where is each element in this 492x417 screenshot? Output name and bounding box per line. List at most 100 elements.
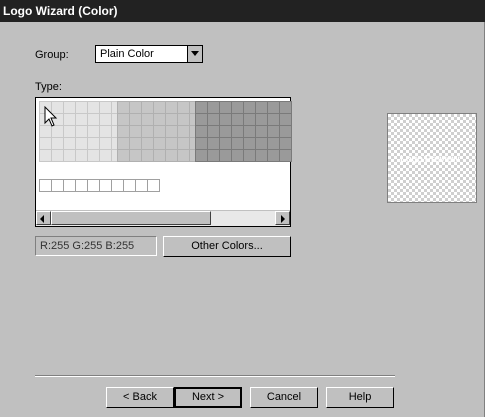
- color-swatch[interactable]: [243, 125, 256, 138]
- color-swatch[interactable]: [75, 113, 88, 126]
- color-swatch[interactable]: [207, 137, 220, 150]
- color-swatch[interactable]: [207, 125, 220, 138]
- color-swatch[interactable]: [207, 113, 220, 126]
- color-swatch[interactable]: [195, 137, 208, 150]
- next-button[interactable]: Next >: [174, 387, 242, 408]
- color-swatch[interactable]: [51, 137, 64, 150]
- color-swatch[interactable]: [243, 149, 256, 162]
- color-swatch[interactable]: [141, 113, 154, 126]
- color-swatch[interactable]: [99, 101, 112, 114]
- help-button[interactable]: Help: [326, 387, 394, 408]
- color-swatch[interactable]: [177, 113, 190, 126]
- color-swatch[interactable]: [165, 149, 178, 162]
- color-swatch[interactable]: [177, 101, 190, 114]
- color-swatch[interactable]: [231, 125, 244, 138]
- color-swatch[interactable]: [231, 113, 244, 126]
- color-swatch[interactable]: [267, 149, 280, 162]
- color-swatch[interactable]: [243, 101, 256, 114]
- custom-color-swatch[interactable]: [87, 179, 100, 192]
- color-swatch[interactable]: [63, 137, 76, 150]
- color-swatch[interactable]: [117, 101, 130, 114]
- color-swatch[interactable]: [195, 101, 208, 114]
- color-swatch[interactable]: [267, 101, 280, 114]
- color-swatch[interactable]: [99, 137, 112, 150]
- color-swatch-block-dark[interactable]: [195, 101, 292, 162]
- color-swatch[interactable]: [243, 137, 256, 150]
- scroll-left-arrow-icon[interactable]: [36, 211, 51, 225]
- color-swatch[interactable]: [99, 125, 112, 138]
- color-swatch[interactable]: [255, 137, 268, 150]
- color-swatch-block-mid[interactable]: [117, 101, 202, 162]
- custom-color-swatch[interactable]: [111, 179, 124, 192]
- color-swatch[interactable]: [153, 137, 166, 150]
- color-swatch[interactable]: [153, 149, 166, 162]
- custom-color-swatch[interactable]: [123, 179, 136, 192]
- color-swatch[interactable]: [75, 149, 88, 162]
- back-button[interactable]: < Back: [106, 387, 174, 408]
- scroll-right-arrow-icon[interactable]: [275, 211, 290, 225]
- color-swatch[interactable]: [129, 125, 142, 138]
- horizontal-scrollbar[interactable]: [36, 210, 290, 226]
- color-swatch[interactable]: [51, 149, 64, 162]
- color-swatch[interactable]: [87, 113, 100, 126]
- color-swatch[interactable]: [39, 149, 52, 162]
- color-swatch[interactable]: [207, 101, 220, 114]
- color-swatch[interactable]: [279, 137, 292, 150]
- color-swatch[interactable]: [129, 113, 142, 126]
- color-swatch[interactable]: [141, 149, 154, 162]
- color-swatch[interactable]: [243, 113, 256, 126]
- custom-color-swatch[interactable]: [147, 179, 160, 192]
- color-swatch[interactable]: [165, 137, 178, 150]
- color-swatch[interactable]: [195, 149, 208, 162]
- color-swatch[interactable]: [267, 125, 280, 138]
- color-swatch[interactable]: [195, 113, 208, 126]
- color-swatch[interactable]: [231, 137, 244, 150]
- color-swatch[interactable]: [219, 125, 232, 138]
- color-swatch[interactable]: [255, 101, 268, 114]
- color-swatch[interactable]: [141, 101, 154, 114]
- color-swatch[interactable]: [117, 125, 130, 138]
- color-swatch[interactable]: [153, 113, 166, 126]
- color-swatch[interactable]: [117, 113, 130, 126]
- color-swatch[interactable]: [153, 101, 166, 114]
- custom-color-swatch[interactable]: [51, 179, 64, 192]
- custom-color-swatch[interactable]: [63, 179, 76, 192]
- color-swatch[interactable]: [87, 137, 100, 150]
- color-swatch[interactable]: [63, 125, 76, 138]
- color-swatch[interactable]: [87, 125, 100, 138]
- custom-color-swatch[interactable]: [99, 179, 112, 192]
- custom-color-swatch[interactable]: [39, 179, 52, 192]
- color-swatch[interactable]: [117, 137, 130, 150]
- color-swatch[interactable]: [39, 137, 52, 150]
- color-swatch[interactable]: [177, 137, 190, 150]
- scrollbar-thumb[interactable]: [51, 211, 211, 225]
- custom-color-row[interactable]: [39, 179, 160, 192]
- color-swatch[interactable]: [267, 113, 280, 126]
- custom-color-swatch[interactable]: [135, 179, 148, 192]
- color-swatch[interactable]: [279, 149, 292, 162]
- color-swatch[interactable]: [255, 125, 268, 138]
- color-swatch[interactable]: [255, 113, 268, 126]
- color-swatch[interactable]: [231, 101, 244, 114]
- custom-color-swatch[interactable]: [75, 179, 88, 192]
- group-dropdown[interactable]: Plain Color: [95, 45, 203, 63]
- color-swatch[interactable]: [165, 113, 178, 126]
- color-swatch[interactable]: [153, 125, 166, 138]
- color-swatch[interactable]: [129, 149, 142, 162]
- color-swatch[interactable]: [207, 149, 220, 162]
- cancel-button[interactable]: Cancel: [250, 387, 318, 408]
- color-swatch[interactable]: [87, 101, 100, 114]
- color-swatch[interactable]: [63, 113, 76, 126]
- color-swatch[interactable]: [177, 125, 190, 138]
- color-swatch[interactable]: [177, 149, 190, 162]
- color-swatch[interactable]: [63, 101, 76, 114]
- color-swatch[interactable]: [75, 125, 88, 138]
- color-swatch[interactable]: [117, 149, 130, 162]
- color-swatch[interactable]: [255, 149, 268, 162]
- color-swatch[interactable]: [63, 149, 76, 162]
- color-swatch[interactable]: [75, 137, 88, 150]
- color-swatch[interactable]: [165, 125, 178, 138]
- color-swatch[interactable]: [75, 101, 88, 114]
- color-swatch[interactable]: [219, 113, 232, 126]
- color-swatch[interactable]: [165, 101, 178, 114]
